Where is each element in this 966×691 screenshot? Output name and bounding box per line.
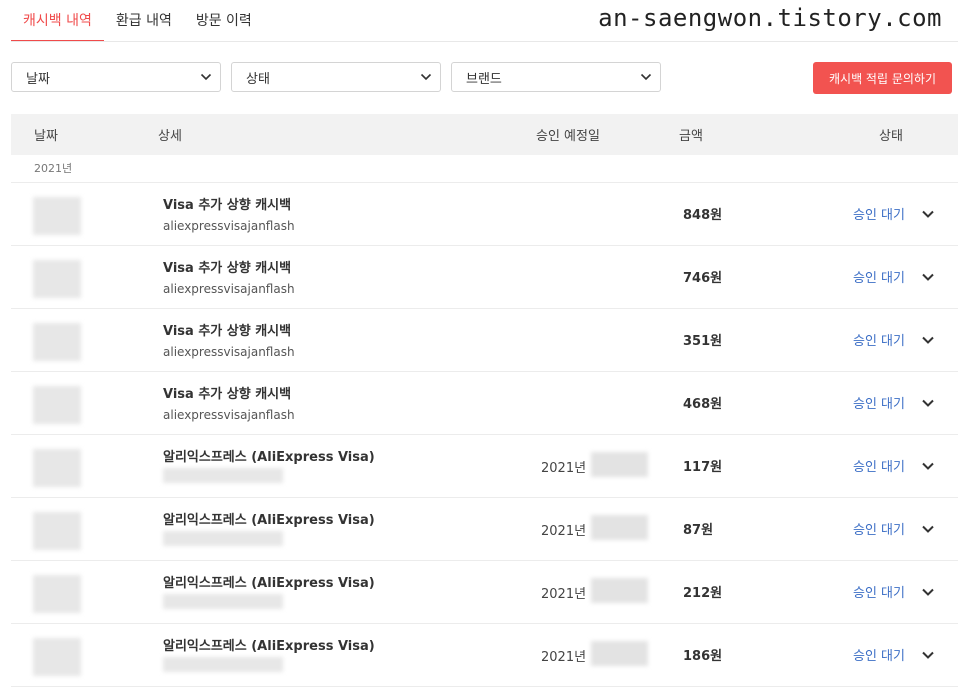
table-row[interactable]: Visa 추가 상향 캐시백 aliexpressvisajanflash 74… [11,246,958,309]
brand-filter-label: 브랜드 [466,72,502,87]
row-title: Visa 추가 상향 캐시백 [163,387,292,402]
chevron-down-icon[interactable] [921,270,935,284]
date-redacted [33,638,81,676]
row-title: 알리익스프레스 (AliExpress Visa) [163,513,375,528]
tab-refund-history[interactable]: 환급 내역 [104,0,184,42]
row-expected-date: 2021년 [541,461,587,476]
row-amount: 848원 [683,208,723,223]
header-detail: 상세 [158,129,182,144]
status-filter-select[interactable]: 상태 [231,62,441,92]
chevron-down-icon[interactable] [921,396,935,410]
date-redacted [33,575,81,613]
subtitle-redacted [163,657,283,672]
table-row[interactable]: Visa 추가 상향 캐시백 aliexpressvisajanflash 35… [11,309,958,372]
header-expected-date: 승인 예정일 [536,129,600,144]
row-amount: 186원 [683,649,723,664]
subtitle-redacted [163,531,283,546]
table-row[interactable]: Visa 추가 상향 캐시백 aliexpressvisajanflash 84… [11,183,958,246]
row-amount: 212원 [683,586,723,601]
date-redacted [33,386,81,424]
row-subtitle: aliexpressvisajanflash [163,345,295,359]
row-expected-date: 2021년 [541,587,587,602]
tab-bar: 캐시백 내역 환급 내역 방문 이력 [11,0,264,42]
table-row[interactable]: 알리익스프레스 (AliExpress Visa) 2021년 186원 승인 … [11,624,958,687]
row-amount: 746원 [683,271,723,286]
row-amount: 117원 [683,460,723,475]
expected-date-redacted [591,515,648,540]
date-filter-label: 날짜 [26,72,50,87]
date-filter-select[interactable]: 날짜 [11,62,221,92]
row-title: Visa 추가 상향 캐시백 [163,198,292,213]
subtitle-redacted [163,594,283,609]
tab-divider [11,41,958,42]
chevron-down-icon [200,73,212,81]
chevron-down-icon[interactable] [921,207,935,221]
status-filter-label: 상태 [246,72,270,87]
cashback-inquiry-button[interactable]: 캐시백 적립 문의하기 [813,62,952,94]
header-date: 날짜 [34,129,58,144]
date-redacted [33,323,81,361]
row-subtitle: aliexpressvisajanflash [163,408,295,422]
chevron-down-icon [640,73,652,81]
row-title: 알리익스프레스 (AliExpress Visa) [163,639,375,654]
row-expected-date: 2021년 [541,524,587,539]
date-redacted [33,260,81,298]
table-row[interactable]: 알리익스프레스 (AliExpress Visa) 2021년 212원 승인 … [11,561,958,624]
year-group-row: 2021년 [11,155,958,183]
date-redacted [33,197,81,235]
tab-cashback-history[interactable]: 캐시백 내역 [11,0,104,42]
brand-filter-select[interactable]: 브랜드 [451,62,661,92]
row-status-link[interactable]: 승인 대기 [853,582,905,601]
row-title: 알리익스프레스 (AliExpress Visa) [163,576,375,591]
table-row[interactable]: 알리익스프레스 (AliExpress Visa) 2021년 87원 승인 대… [11,498,958,561]
row-title: Visa 추가 상향 캐시백 [163,261,292,276]
expected-date-redacted [591,452,648,477]
row-status-link[interactable]: 승인 대기 [853,645,905,664]
date-redacted [33,512,81,550]
chevron-down-icon[interactable] [921,333,935,347]
chevron-down-icon[interactable] [921,648,935,662]
chevron-down-icon [420,73,432,81]
row-expected-date: 2021년 [541,650,587,665]
chevron-down-icon[interactable] [921,459,935,473]
expected-date-redacted [591,578,648,603]
chevron-down-icon[interactable] [921,522,935,536]
header-status: 상태 [879,129,903,144]
row-subtitle: aliexpressvisajanflash [163,282,295,296]
table-row[interactable]: Visa 추가 상향 캐시백 aliexpressvisajanflash 46… [11,372,958,435]
row-title: 알리익스프레스 (AliExpress Visa) [163,450,375,465]
row-status-link[interactable]: 승인 대기 [853,393,905,412]
row-title: Visa 추가 상향 캐시백 [163,324,292,339]
row-amount: 87원 [683,523,714,538]
filter-bar: 날짜 상태 브랜드 [11,62,661,92]
table-row[interactable]: 알리익스프레스 (AliExpress Visa) 2021년 117원 승인 … [11,435,958,498]
row-amount: 351원 [683,334,723,349]
table-header: 날짜 상세 승인 예정일 금액 상태 [11,114,958,155]
row-status-link[interactable]: 승인 대기 [853,456,905,475]
chevron-down-icon[interactable] [921,585,935,599]
expected-date-redacted [591,641,648,666]
row-status-link[interactable]: 승인 대기 [853,267,905,286]
watermark: an-saengwon.tistory.com [598,4,942,32]
row-status-link[interactable]: 승인 대기 [853,204,905,223]
row-subtitle: aliexpressvisajanflash [163,219,295,233]
tab-visit-history[interactable]: 방문 이력 [184,0,264,42]
row-status-link[interactable]: 승인 대기 [853,519,905,538]
year-group-label: 2021년 [34,162,73,175]
date-redacted [33,449,81,487]
header-amount: 금액 [679,129,703,144]
row-status-link[interactable]: 승인 대기 [853,330,905,349]
row-amount: 468원 [683,397,723,412]
subtitle-redacted [163,468,283,483]
